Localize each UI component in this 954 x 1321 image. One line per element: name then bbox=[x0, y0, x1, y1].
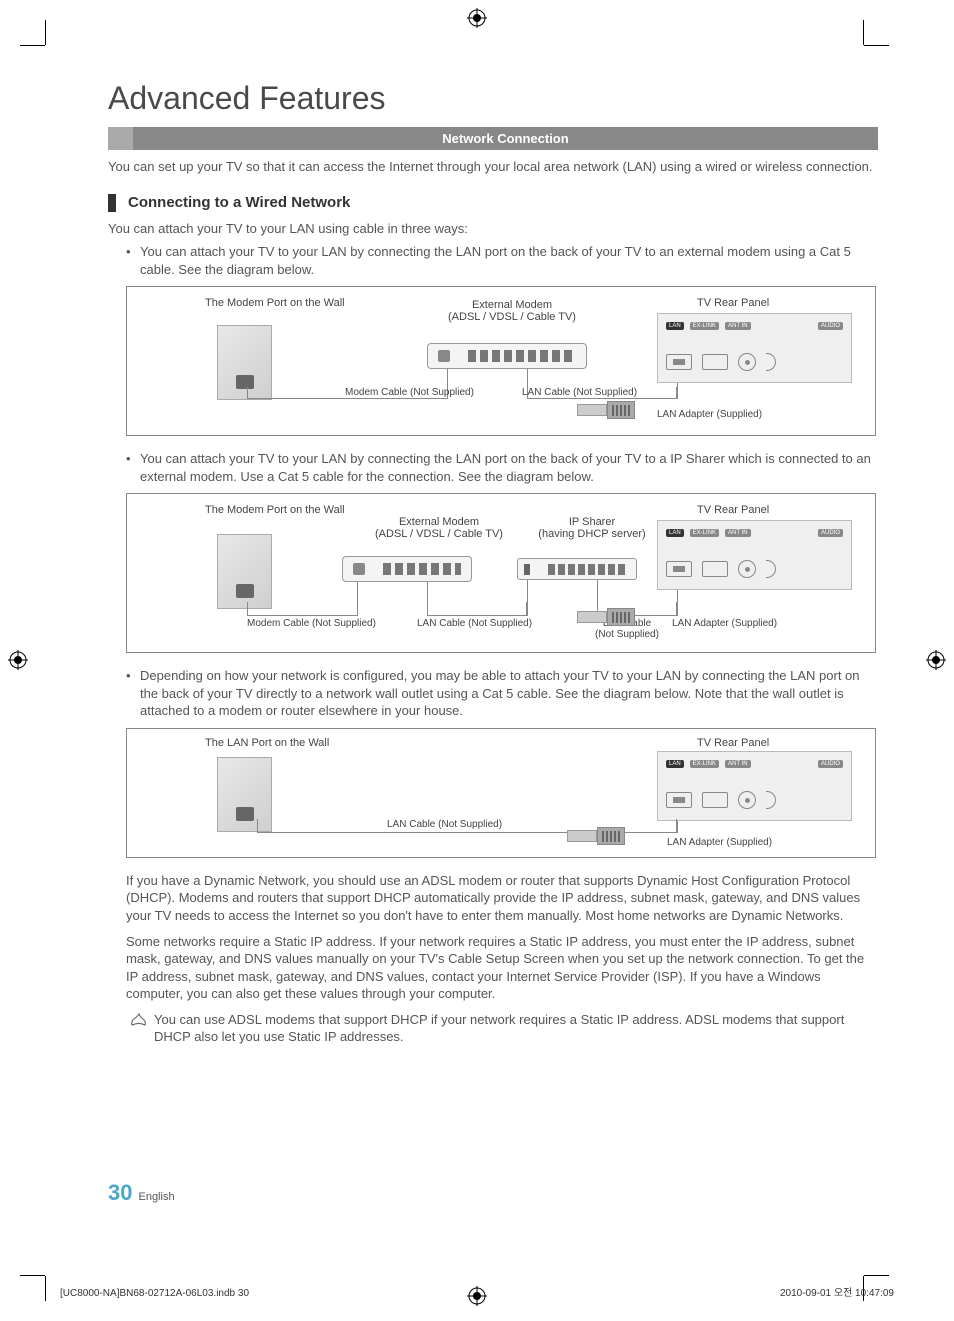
diagram-label: TV Rear Panel bbox=[697, 297, 769, 309]
registration-mark-icon bbox=[8, 650, 28, 670]
wire-icon bbox=[247, 602, 357, 616]
port-label-lan: LAN bbox=[666, 529, 684, 537]
diagram-label: LAN Adapter (Supplied) bbox=[667, 837, 772, 848]
diagram-label: LAN Adapter (Supplied) bbox=[657, 409, 762, 420]
wire-icon bbox=[677, 383, 678, 399]
registration-mark-icon bbox=[467, 1286, 487, 1306]
wire-icon bbox=[427, 582, 428, 616]
diagram-wall-direct: The LAN Port on the Wall TV Rear Panel L… bbox=[126, 728, 876, 858]
sub-heading-marker bbox=[108, 194, 116, 212]
port-label-audio: AUDIO bbox=[818, 760, 843, 768]
port-icon bbox=[666, 354, 692, 370]
note-text: You can use ADSL modems that support DHC… bbox=[154, 1011, 878, 1046]
tv-rear-panel-icon: LAN EX-LINK ANT IN AUDIO bbox=[657, 520, 852, 590]
diagram-ip-sharer: The Modem Port on the Wall External Mode… bbox=[126, 493, 876, 653]
port-label-antin: ANT IN bbox=[725, 760, 751, 768]
diagram-label: The Modem Port on the Wall bbox=[205, 297, 345, 309]
diagram-label: (Not Supplied) bbox=[595, 629, 659, 640]
bullet-item: Depending on how your network is configu… bbox=[126, 667, 878, 720]
page-language: English bbox=[138, 1191, 174, 1203]
port-label-antin: ANT IN bbox=[725, 529, 751, 537]
tv-rear-panel-icon: LAN EX-LINK ANT IN AUDIO bbox=[657, 751, 852, 821]
footer-file-info: [UC8000-NA]BN68-02712A-06L03.indb 30 bbox=[60, 1288, 249, 1299]
port-icon bbox=[702, 354, 728, 370]
port-icon bbox=[738, 560, 756, 578]
modem-icon bbox=[342, 556, 472, 582]
body-paragraph: If you have a Dynamic Network, you shoul… bbox=[126, 872, 878, 925]
footer-timestamp: 2010-09-01 오전 10:47:09 bbox=[780, 1284, 894, 1299]
port-icon bbox=[702, 561, 728, 577]
intro-text: You can set up your TV so that it can ac… bbox=[108, 158, 878, 176]
tv-rear-panel-icon: LAN EX-LINK ANT IN AUDIO bbox=[657, 313, 852, 383]
sub-heading: Connecting to a Wired Network bbox=[128, 194, 350, 211]
port-icon bbox=[766, 353, 776, 371]
note-icon bbox=[130, 1011, 148, 1046]
registration-mark-icon bbox=[467, 8, 487, 28]
lead-text: You can attach your TV to your LAN using… bbox=[108, 220, 878, 238]
body-paragraph: Some networks require a Static IP addres… bbox=[126, 933, 878, 1003]
lan-adapter-icon bbox=[567, 827, 627, 845]
port-label-lan: LAN bbox=[666, 322, 684, 330]
crop-mark bbox=[45, 1276, 46, 1301]
port-icon bbox=[666, 561, 692, 577]
wall-port-icon bbox=[217, 534, 272, 609]
crop-mark bbox=[45, 20, 46, 45]
port-icon bbox=[738, 791, 756, 809]
port-icon bbox=[738, 353, 756, 371]
diagram-modem-direct: The Modem Port on the Wall External Mode… bbox=[126, 286, 876, 436]
diagram-label: (having DHCP server) bbox=[538, 528, 645, 540]
port-label-exlink: EX-LINK bbox=[690, 322, 719, 330]
port-icon bbox=[666, 792, 692, 808]
diagram-label: (ADSL / VDSL / Cable TV) bbox=[375, 528, 503, 540]
lan-adapter-icon bbox=[577, 401, 637, 419]
port-icon bbox=[702, 792, 728, 808]
diagram-label: LAN Adapter (Supplied) bbox=[672, 618, 777, 629]
diagram-label: LAN Cable (Not Supplied) bbox=[387, 819, 502, 830]
port-label-antin: ANT IN bbox=[725, 322, 751, 330]
wire-icon bbox=[527, 580, 528, 616]
modem-icon bbox=[427, 343, 587, 369]
diagram-label: External Modem bbox=[472, 299, 552, 311]
diagram-label: LAN Cable (Not Supplied) bbox=[522, 387, 637, 398]
wire-icon bbox=[357, 582, 358, 616]
port-label-lan: LAN bbox=[666, 760, 684, 768]
port-label-exlink: EX-LINK bbox=[690, 760, 719, 768]
port-label-exlink: EX-LINK bbox=[690, 529, 719, 537]
bullet-item: You can attach your TV to your LAN by co… bbox=[126, 243, 878, 278]
diagram-label: Modem Cable (Not Supplied) bbox=[247, 618, 376, 629]
port-label-audio: AUDIO bbox=[818, 529, 843, 537]
diagram-label: IP Sharer bbox=[569, 516, 615, 528]
wire-icon bbox=[427, 602, 527, 616]
page-number: 30 bbox=[108, 1180, 132, 1206]
crop-mark bbox=[864, 1275, 889, 1276]
crop-mark bbox=[864, 45, 889, 46]
diagram-label: Modem Cable (Not Supplied) bbox=[345, 387, 474, 398]
diagram-label: (ADSL / VDSL / Cable TV) bbox=[448, 311, 576, 323]
diagram-label: External Modem bbox=[399, 516, 479, 528]
diagram-label: TV Rear Panel bbox=[697, 504, 769, 516]
diagram-label: LAN Cable (Not Supplied) bbox=[417, 618, 532, 629]
registration-mark-icon bbox=[926, 650, 946, 670]
wire-icon bbox=[677, 590, 678, 616]
crop-mark bbox=[863, 20, 864, 45]
crop-mark bbox=[20, 1275, 45, 1276]
section-heading-bar: Network Connection bbox=[108, 127, 878, 150]
port-icon bbox=[766, 791, 776, 809]
page-title: Advanced Features bbox=[108, 80, 878, 117]
diagram-label: The Modem Port on the Wall bbox=[205, 504, 345, 516]
diagram-label: The LAN Port on the Wall bbox=[205, 737, 329, 749]
crop-mark bbox=[20, 45, 45, 46]
bullet-item: You can attach your TV to your LAN by co… bbox=[126, 450, 878, 485]
lan-adapter-icon bbox=[577, 608, 637, 626]
port-label-audio: AUDIO bbox=[818, 322, 843, 330]
diagram-label: TV Rear Panel bbox=[697, 737, 769, 749]
wire-icon bbox=[677, 821, 678, 833]
ip-sharer-icon bbox=[517, 558, 637, 580]
port-icon bbox=[766, 560, 776, 578]
